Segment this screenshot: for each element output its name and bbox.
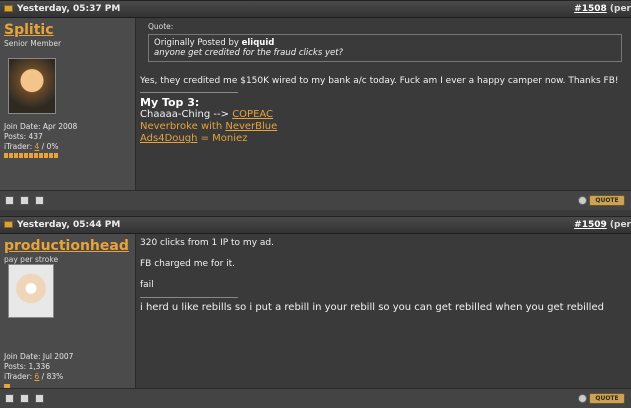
post-count: Posts: 1,336 — [4, 362, 50, 371]
post-date: Yesterday, 05:44 PM — [4, 220, 120, 230]
user-title: pay per stroke — [4, 255, 59, 264]
signature-title: My Top 3: — [140, 96, 200, 109]
itrader: iTrader: 6 / 83% — [4, 372, 64, 381]
user-stats: Join Date: Apr 2008 Posts: 437 iTrader: … — [4, 122, 77, 158]
post-count: Posts: 437 — [4, 132, 43, 141]
signature: i herd u like rebills so i put a rebill … — [140, 302, 604, 313]
website-icon[interactable] — [20, 394, 29, 403]
profile-icon[interactable] — [5, 394, 14, 403]
avatar[interactable] — [8, 264, 54, 318]
signature: My Top 3: Chaaaa-Ching --> COPEAC Neverb… — [140, 97, 629, 145]
copeac-link[interactable]: COPEAC — [232, 109, 273, 120]
signature-divider — [140, 297, 238, 298]
avatar[interactable] — [8, 58, 56, 114]
quote-button[interactable]: QUOTE — [589, 393, 625, 404]
username-link[interactable]: productionhead — [4, 238, 129, 254]
post-number[interactable]: #1509 (per — [574, 220, 631, 230]
post-footer: QUOTE — [0, 388, 631, 408]
username-link[interactable]: Splitic — [4, 22, 54, 38]
itrader: iTrader: 4 / 0% — [4, 142, 59, 151]
user-title: Senior Member — [4, 39, 62, 48]
itrader-link[interactable]: 4 — [35, 142, 40, 151]
reputation-bar — [4, 153, 58, 158]
signature-line-2: Neverbroke with NeverBlue — [140, 121, 278, 132]
message-icon[interactable] — [35, 394, 44, 403]
website-icon[interactable] — [20, 196, 29, 205]
post-line: 320 clicks from 1 IP to my ad. — [140, 238, 274, 248]
join-date: Join Date: Apr 2008 — [4, 122, 78, 131]
quote-box: Originally Posted by eliquid anyone get … — [148, 34, 622, 62]
itrader-link[interactable]: 6 — [35, 372, 40, 381]
user-info-panel: productionhead pay per stroke Join Date:… — [0, 234, 136, 392]
user-info-panel: Splitic Senior Member Join Date: Apr 200… — [0, 18, 136, 190]
ads4dough-link[interactable]: Ads4Dough — [140, 133, 197, 144]
quote-label: Quote: — [148, 22, 174, 31]
post-icon — [4, 221, 13, 228]
quote-button[interactable]: QUOTE — [589, 195, 625, 206]
signature-divider — [140, 92, 238, 93]
post-1508: Yesterday, 05:37 PM #1508 (per Splitic S… — [0, 0, 631, 213]
quote-author: eliquid — [241, 38, 275, 48]
profile-icon[interactable] — [5, 196, 14, 205]
post-icon — [4, 5, 13, 12]
post-body: Yes, they credited me $150K wired to my … — [140, 76, 619, 86]
post-number[interactable]: #1508 (per — [574, 4, 631, 14]
post-footer: QUOTE — [0, 190, 631, 210]
post-content: 320 clicks from 1 IP to my ad. FB charge… — [140, 238, 629, 313]
neverblue-link[interactable]: NeverBlue — [225, 121, 277, 132]
join-date: Join Date: Jul 2007 — [4, 352, 74, 361]
post-date: Yesterday, 05:37 PM — [4, 4, 120, 14]
signature-line-1: Chaaaa-Ching --> COPEAC — [140, 109, 274, 120]
post-header: Yesterday, 05:37 PM #1508 (per — [0, 0, 631, 18]
message-icon[interactable] — [35, 196, 44, 205]
post-1509: Yesterday, 05:44 PM #1509 (per productio… — [0, 216, 631, 408]
quote-text: anyone get credited for the fraud clicks… — [154, 48, 344, 58]
post-line: fail — [140, 280, 154, 290]
post-content: Quote: Originally Posted by eliquid anyo… — [140, 22, 629, 145]
post-header: Yesterday, 05:44 PM #1509 (per — [0, 216, 631, 234]
signature-line-3: Ads4Dough = Moniez — [140, 133, 248, 144]
multiquote-icon[interactable] — [578, 196, 587, 205]
multiquote-icon[interactable] — [578, 394, 587, 403]
post-line: FB charged me for it. — [140, 259, 236, 269]
